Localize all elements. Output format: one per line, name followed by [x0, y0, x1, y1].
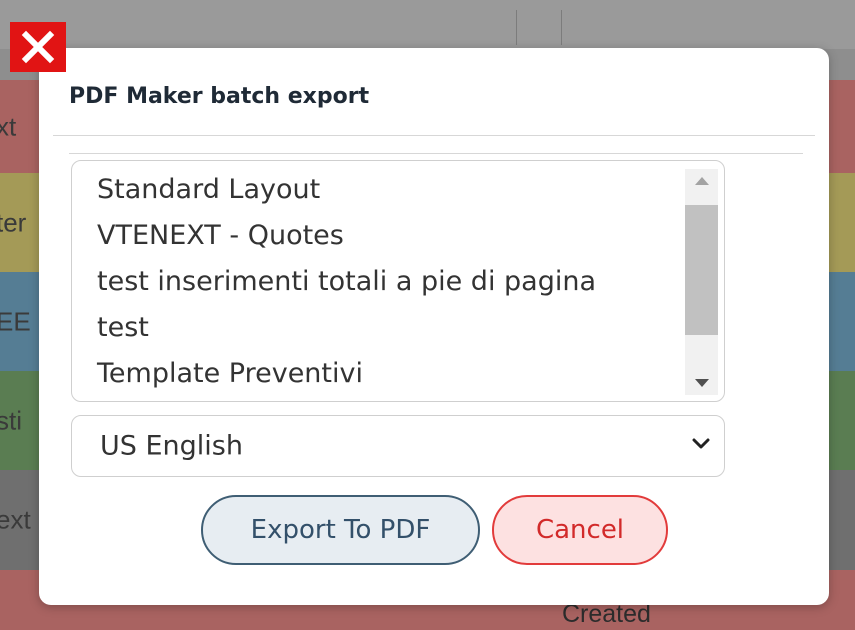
dialog-title: PDF Maker batch export	[69, 84, 370, 109]
column-separator	[561, 10, 562, 45]
background-row-text: EE	[0, 306, 31, 336]
column-separator	[516, 10, 517, 45]
close-icon	[21, 30, 55, 64]
language-select-value: US English	[100, 430, 243, 462]
template-option[interactable]: VTENEXT - Quotes	[97, 213, 596, 259]
template-list: Standard Layout VTENEXT - Quotes test in…	[97, 167, 596, 397]
listbox-scrollbar[interactable]	[685, 169, 718, 395]
export-to-pdf-button[interactable]: Export To PDF	[201, 495, 480, 565]
background-row-text: xt	[0, 111, 17, 141]
language-select[interactable]: US English	[71, 415, 725, 477]
cancel-button[interactable]: Cancel	[492, 495, 668, 565]
scroll-up-button[interactable]	[685, 169, 718, 193]
template-option[interactable]: test	[97, 305, 596, 351]
close-button[interactable]	[10, 22, 66, 72]
chevron-down-icon	[692, 438, 710, 449]
caret-up-icon	[694, 177, 709, 185]
divider	[69, 153, 803, 154]
caret-down-icon	[694, 379, 709, 387]
background-row-text: ext	[0, 504, 31, 535]
template-option[interactable]: Template Preventivi	[97, 351, 596, 397]
template-option[interactable]: Standard Layout	[97, 167, 596, 213]
background-table-header	[0, 0, 855, 49]
template-option[interactable]: test inserimenti totali a pie di pagina	[97, 259, 596, 305]
template-listbox[interactable]: Standard Layout VTENEXT - Quotes test in…	[71, 160, 725, 402]
background-row-text: sti	[0, 405, 22, 435]
scrollbar-thumb[interactable]	[685, 205, 718, 335]
pdf-export-dialog: PDF Maker batch export Standard Layout V…	[39, 48, 829, 605]
background-row-text: ter	[0, 207, 27, 237]
divider	[53, 135, 815, 136]
scroll-down-button[interactable]	[685, 371, 718, 395]
